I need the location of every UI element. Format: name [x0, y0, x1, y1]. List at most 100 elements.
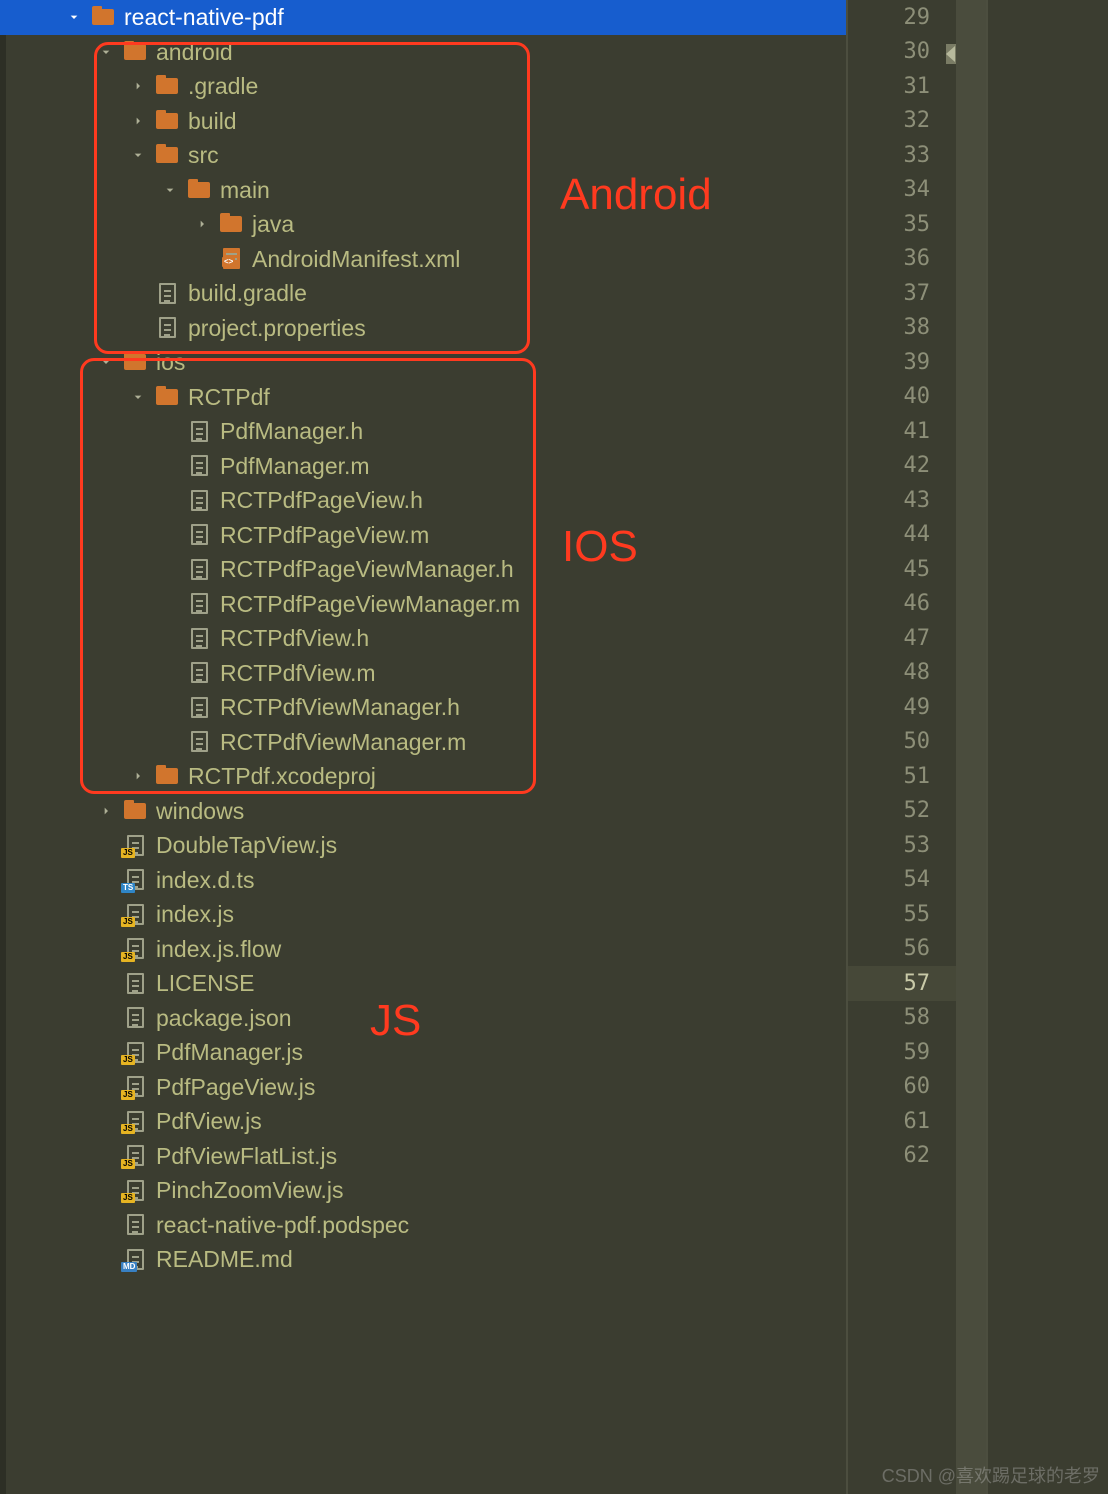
chevron-down-icon[interactable]: [128, 387, 148, 407]
tree-item-label: index.js.flow: [156, 932, 281, 966]
tree-row[interactable]: PdfManager.h: [0, 414, 846, 449]
line-number[interactable]: 60: [848, 1070, 956, 1105]
tree-row[interactable]: LICENSE: [0, 966, 846, 1001]
line-number[interactable]: 34: [848, 173, 956, 208]
line-number[interactable]: 31: [848, 69, 956, 104]
line-number[interactable]: 45: [848, 552, 956, 587]
line-number[interactable]: 37: [848, 276, 956, 311]
tree-row[interactable]: src: [0, 138, 846, 173]
tree-row[interactable]: project.properties: [0, 311, 846, 346]
line-number[interactable]: 53: [848, 828, 956, 863]
line-number[interactable]: 47: [848, 621, 956, 656]
tree-row[interactable]: JSindex.js: [0, 897, 846, 932]
tree-item-label: README.md: [156, 1242, 293, 1276]
chevron-down-icon[interactable]: [64, 7, 84, 27]
chevron-down-icon[interactable]: [96, 352, 116, 372]
tree-row[interactable]: RCTPdf: [0, 380, 846, 415]
chevron-down-icon[interactable]: [128, 145, 148, 165]
tree-row[interactable]: RCTPdfViewManager.m: [0, 725, 846, 760]
tree-row[interactable]: JSDoubleTapView.js: [0, 828, 846, 863]
tree-row[interactable]: <>AndroidManifest.xml: [0, 242, 846, 277]
tree-row[interactable]: RCTPdfPageViewManager.h: [0, 552, 846, 587]
chevron-right-icon[interactable]: [128, 76, 148, 96]
chevron-right-icon[interactable]: [192, 214, 212, 234]
line-number[interactable]: 51: [848, 759, 956, 794]
line-number[interactable]: 57: [848, 966, 956, 1001]
tree-item-label: index.js: [156, 897, 234, 931]
tree-row[interactable]: RCTPdfPageViewManager.m: [0, 587, 846, 622]
line-number[interactable]: 46: [848, 587, 956, 622]
tree-row[interactable]: RCTPdfPageView.m: [0, 518, 846, 553]
line-number[interactable]: 38: [848, 311, 956, 346]
chevron-spacer: [160, 732, 180, 752]
chevron-spacer: [96, 939, 116, 959]
line-number[interactable]: 40: [848, 380, 956, 415]
project-tree[interactable]: react-native-pdfandroid.gradlebuildsrcma…: [0, 0, 846, 1494]
tree-row[interactable]: java: [0, 207, 846, 242]
line-number[interactable]: 33: [848, 138, 956, 173]
tree-row[interactable]: PdfManager.m: [0, 449, 846, 484]
tree-row[interactable]: RCTPdfPageView.h: [0, 483, 846, 518]
chevron-spacer: [160, 525, 180, 545]
tree-row[interactable]: build.gradle: [0, 276, 846, 311]
tree-row[interactable]: RCTPdfView.m: [0, 656, 846, 691]
line-number[interactable]: 48: [848, 656, 956, 691]
line-number[interactable]: 41: [848, 414, 956, 449]
editor-scrollbar[interactable]: [956, 0, 986, 1494]
chevron-spacer: [160, 559, 180, 579]
tree-row[interactable]: RCTPdfView.h: [0, 621, 846, 656]
tree-row[interactable]: JSPdfManager.js: [0, 1035, 846, 1070]
chevron-down-icon[interactable]: [160, 180, 180, 200]
tree-item-label: RCTPdf.xcodeproj: [188, 759, 376, 793]
tree-row[interactable]: MDREADME.md: [0, 1242, 846, 1277]
tree-row[interactable]: react-native-pdf.podspec: [0, 1208, 846, 1243]
line-number[interactable]: 49: [848, 690, 956, 725]
line-number[interactable]: 58: [848, 1001, 956, 1036]
chevron-spacer: [128, 283, 148, 303]
chevron-right-icon[interactable]: [128, 766, 148, 786]
line-number[interactable]: 39: [848, 345, 956, 380]
line-number[interactable]: 30: [848, 35, 956, 70]
file-icon: [156, 283, 178, 303]
line-number[interactable]: 50: [848, 725, 956, 760]
line-number[interactable]: 36: [848, 242, 956, 277]
tree-row[interactable]: .gradle: [0, 69, 846, 104]
tree-row[interactable]: react-native-pdf: [0, 0, 846, 35]
line-number[interactable]: 61: [848, 1104, 956, 1139]
line-number[interactable]: 43: [848, 483, 956, 518]
line-number[interactable]: 56: [848, 932, 956, 967]
folder-icon: [124, 352, 146, 372]
chevron-right-icon[interactable]: [128, 111, 148, 131]
line-number[interactable]: 55: [848, 897, 956, 932]
tree-row[interactable]: JSPdfViewFlatList.js: [0, 1139, 846, 1174]
tree-row[interactable]: RCTPdfViewManager.h: [0, 690, 846, 725]
tree-row[interactable]: RCTPdf.xcodeproj: [0, 759, 846, 794]
editor-minimap[interactable]: [986, 0, 1108, 1494]
folder-icon: [124, 801, 146, 821]
tree-row[interactable]: ios: [0, 345, 846, 380]
file-icon: [124, 1215, 146, 1235]
line-number[interactable]: 29: [848, 0, 956, 35]
tree-row[interactable]: TSindex.d.ts: [0, 863, 846, 898]
tree-row[interactable]: JSPdfView.js: [0, 1104, 846, 1139]
editor-line-gutter[interactable]: 2930313233343536373839404142434445464748…: [846, 0, 956, 1494]
line-number[interactable]: 54: [848, 863, 956, 898]
tree-row[interactable]: JSPinchZoomView.js: [0, 1173, 846, 1208]
line-number[interactable]: 42: [848, 449, 956, 484]
chevron-down-icon[interactable]: [96, 42, 116, 62]
tree-row[interactable]: android: [0, 35, 846, 70]
line-number[interactable]: 35: [848, 207, 956, 242]
line-number[interactable]: 52: [848, 794, 956, 829]
line-number[interactable]: 62: [848, 1139, 956, 1174]
tree-row[interactable]: main: [0, 173, 846, 208]
line-number[interactable]: 59: [848, 1035, 956, 1070]
chevron-right-icon[interactable]: [96, 801, 116, 821]
tree-row[interactable]: build: [0, 104, 846, 139]
file-icon: [188, 732, 210, 752]
tree-row[interactable]: JSPdfPageView.js: [0, 1070, 846, 1105]
tree-row[interactable]: JSindex.js.flow: [0, 932, 846, 967]
line-number[interactable]: 44: [848, 518, 956, 553]
tree-row[interactable]: windows: [0, 794, 846, 829]
tree-row[interactable]: package.json: [0, 1001, 846, 1036]
line-number[interactable]: 32: [848, 104, 956, 139]
